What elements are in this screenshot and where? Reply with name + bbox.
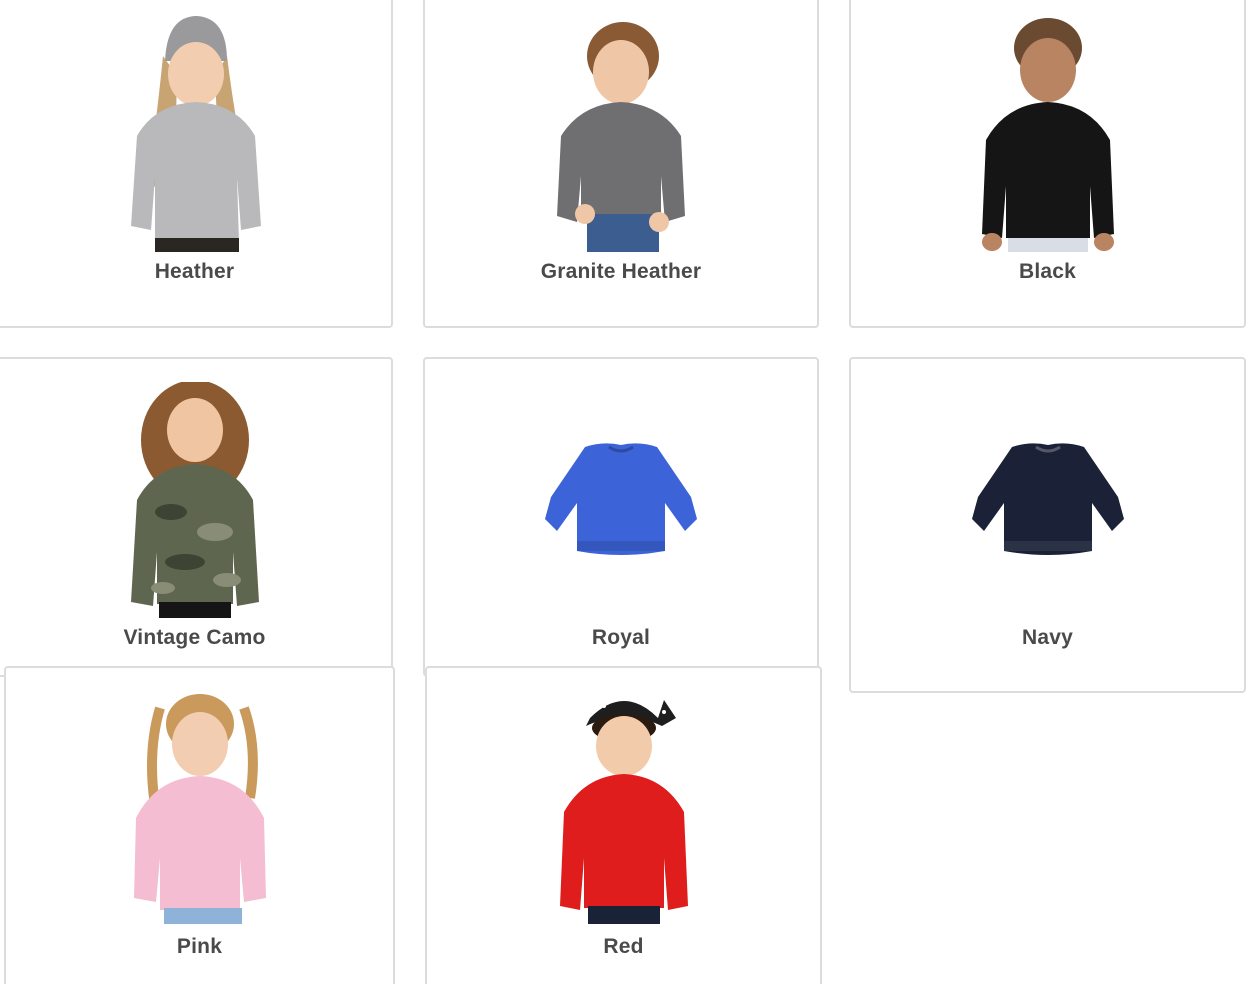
swatch-card-black[interactable]: Black (849, 0, 1246, 328)
product-photo (130, 382, 259, 618)
color-swatch-grid: Heather Granite Heather Black Vintage Ca… (0, 0, 1250, 984)
product-photo (545, 443, 697, 555)
swatch-card-red[interactable]: Red (425, 666, 822, 984)
swatch-label: Heather (154, 260, 235, 283)
swatch-label: Black (1018, 260, 1077, 283)
swatch-card-pink[interactable]: Pink (4, 666, 395, 984)
swatch-card-heather[interactable]: Heather (0, 0, 393, 328)
product-photo (557, 22, 685, 252)
swatch-label: Royal (591, 626, 651, 649)
swatch-label: Navy (1021, 626, 1073, 649)
swatch-card-navy[interactable]: Navy (849, 357, 1246, 693)
product-photo (981, 18, 1114, 252)
swatch-label: Granite Heather (540, 260, 702, 283)
swatch-card-granite-heather[interactable]: Granite Heather (423, 0, 819, 328)
swatch-card-royal[interactable]: Royal (423, 357, 819, 677)
swatch-label: Red (603, 935, 644, 958)
product-photo (130, 16, 261, 252)
swatch-label: Vintage Camo (123, 626, 266, 649)
swatch-card-vintage-camo[interactable]: Vintage Camo (0, 357, 393, 677)
swatch-label: Pink (176, 935, 223, 958)
product-photo (971, 443, 1124, 555)
product-photo (559, 696, 688, 924)
product-photo (133, 694, 266, 924)
